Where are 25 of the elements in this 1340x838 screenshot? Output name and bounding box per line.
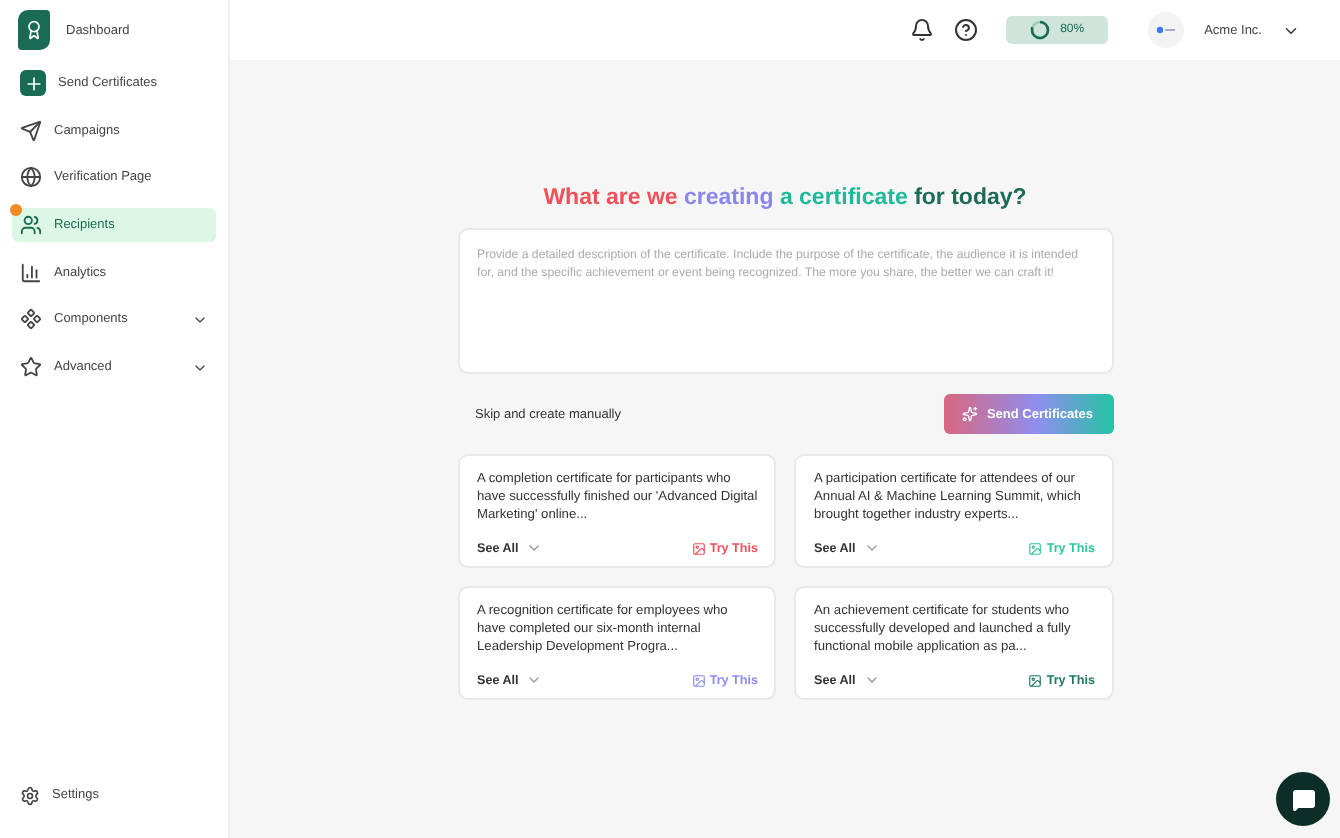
chart-icon [20, 261, 42, 284]
bell-icon[interactable] [910, 18, 935, 42]
send-icon [20, 119, 42, 142]
image-icon [1028, 673, 1043, 687]
account-avatar[interactable] [1148, 12, 1185, 48]
users-icon [20, 214, 42, 237]
chevron-down-icon [863, 540, 880, 556]
components-icon [20, 308, 42, 331]
image-icon [1028, 541, 1043, 555]
plus-icon [20, 70, 46, 96]
sparkles-icon [962, 406, 979, 422]
chevron-down-icon [863, 672, 880, 688]
image-icon [691, 541, 706, 555]
globe-icon [20, 166, 42, 189]
chevron-down-icon [526, 672, 543, 688]
chat-button[interactable] [1276, 772, 1330, 826]
star-icon [20, 356, 42, 379]
progress-ring-icon [1030, 20, 1051, 40]
chevron-down-icon [526, 540, 543, 556]
image-icon [691, 673, 706, 687]
chat-icon [1291, 787, 1315, 811]
settings-icon [20, 785, 40, 806]
help-icon[interactable] [954, 18, 979, 42]
logo-icon [18, 10, 50, 50]
page-heading: What are we creating a certificate for today? [543, 186, 1027, 210]
